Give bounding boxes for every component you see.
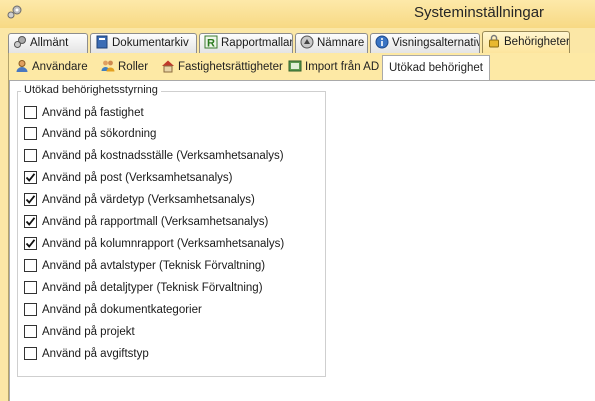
checkbox-dokumentkategorier[interactable]: Använd på dokumentkategorier — [24, 303, 324, 319]
checkbox-label: Använd på detaljtyper (Teknisk Förvaltni… — [42, 282, 263, 294]
tab-behorigheter[interactable]: Behörigheter — [482, 31, 570, 54]
lock-icon — [487, 34, 501, 48]
tab-utokad-behorighet[interactable]: Utökad behörighet — [382, 55, 490, 80]
tab-visningsalternativ[interactable]: Visningsalternativ — [370, 33, 480, 53]
binder-icon — [95, 35, 109, 49]
checkbox-label: Använd på värdetyp (Verksamhetsanalys) — [42, 194, 255, 206]
tab-label: Import från AD — [305, 61, 380, 73]
checkbox-kolumnrapport[interactable]: Använd på kolumnrapport (Verksamhetsanal… — [24, 237, 324, 253]
checkbox-box[interactable] — [24, 127, 37, 140]
checkbox-box[interactable] — [24, 347, 37, 360]
tab-label: Nämnare — [317, 37, 365, 49]
report-r-icon: R — [204, 35, 218, 50]
user-icon — [15, 59, 29, 73]
checkmark-icon — [25, 239, 36, 248]
checkbox-label: Använd på kolumnrapport (Verksamhetsanal… — [42, 238, 285, 250]
checkbox-label: Använd på sökordning — [42, 128, 157, 140]
checkbox-box[interactable] — [24, 325, 37, 338]
tab-dokumentarkiv[interactable]: Dokumentarkiv — [90, 33, 197, 53]
tab-label: Rapportmallar — [221, 37, 293, 49]
scale-icon — [300, 35, 314, 49]
checkbox-post[interactable]: Använd på post (Verksamhetsanalys) — [24, 171, 324, 187]
checkbox-label: Använd på kostnadsställe (Verksamhetsana… — [42, 150, 284, 162]
checkbox-box[interactable] — [24, 193, 37, 206]
main-tab-strip: Allmänt Dokumentarkiv R Rapportmallar Nä… — [8, 31, 595, 54]
gears-icon — [13, 35, 27, 49]
tab-label: Dokumentarkiv — [112, 37, 189, 49]
tab-label: Roller — [118, 61, 149, 73]
checkbox-label: Använd på fastighet — [42, 107, 144, 119]
checkbox-box[interactable] — [24, 281, 37, 294]
sub-tab-strip: Användare Roller Fastighetsrättigheter I… — [9, 55, 595, 80]
checkbox-projekt[interactable]: Använd på projekt — [24, 325, 324, 341]
info-icon — [375, 35, 389, 49]
checkbox-detaljtyper[interactable]: Använd på detaljtyper (Teknisk Förvaltni… — [24, 281, 324, 297]
group-legend: Utökad behörighetsstyrning — [21, 84, 161, 96]
tab-anvandare[interactable]: Användare — [15, 57, 88, 78]
tab-namnare[interactable]: Nämnare — [295, 33, 368, 53]
tab-label: Allmänt — [30, 37, 69, 49]
checkmark-icon — [25, 173, 36, 182]
tab-allmant[interactable]: Allmänt — [8, 33, 88, 53]
checkbox-avgiftstyp[interactable]: Använd på avgiftstyp — [24, 347, 324, 363]
tab-import-fran-ad[interactable]: Import från AD — [288, 57, 379, 78]
checkbox-avtalstyper[interactable]: Använd på avtalstyper (Teknisk Förvaltni… — [24, 259, 324, 275]
checkbox-label: Använd på projekt — [42, 326, 135, 338]
checkbox-label: Använd på dokumentkategorier — [42, 304, 202, 316]
tab-label: Behörigheter — [504, 36, 570, 48]
tab-fastighetsrattigheter[interactable]: Fastighetsrättigheter — [161, 57, 283, 78]
title-bar: Systeminställningar — [0, 0, 595, 28]
checkbox-box[interactable] — [24, 171, 37, 184]
checkbox-kostnadsstalle[interactable]: Använd på kostnadsställe (Verksamhetsana… — [24, 149, 324, 165]
checkbox-vardetyp[interactable]: Använd på värdetyp (Verksamhetsanalys) — [24, 193, 324, 209]
svg-text:R: R — [207, 38, 215, 50]
checkbox-box[interactable] — [24, 259, 37, 272]
house-icon — [161, 59, 175, 73]
users-icon — [101, 59, 115, 73]
tab-label: Användare — [32, 61, 88, 73]
window-title: Systeminställningar — [414, 4, 545, 21]
checkmark-icon — [25, 195, 36, 204]
checkbox-label: Använd på avtalstyper (Teknisk Förvaltni… — [42, 260, 266, 272]
tab-label: Fastighetsrättigheter — [178, 61, 283, 73]
checkbox-label: Använd på post (Verksamhetsanalys) — [42, 172, 233, 184]
checkbox-rapportmall[interactable]: Använd på rapportmall (Verksamhetsanalys… — [24, 215, 324, 231]
checkmark-icon — [25, 217, 36, 226]
checkbox-box[interactable] — [24, 215, 37, 228]
checkbox-label: Använd på rapportmall (Verksamhetsanalys… — [42, 216, 269, 228]
checkbox-box[interactable] — [24, 149, 37, 162]
checkbox-box[interactable] — [24, 237, 37, 250]
checkbox-label: Använd på avgiftstyp — [42, 348, 149, 360]
tab-label: Utökad behörighet — [389, 62, 483, 74]
import-icon — [288, 59, 302, 73]
tab-rapportmallar[interactable]: R Rapportmallar — [199, 33, 293, 53]
checkbox-box[interactable] — [24, 303, 37, 316]
tab-roller[interactable]: Roller — [101, 57, 148, 78]
gears-icon[interactable] — [6, 4, 24, 20]
tab-label: Visningsalternativ — [392, 37, 480, 49]
checkbox-box[interactable] — [24, 106, 37, 119]
checkbox-sokordning[interactable]: Använd på sökordning — [24, 127, 324, 143]
checkbox-fastighet[interactable]: Använd på fastighet — [24, 106, 324, 122]
